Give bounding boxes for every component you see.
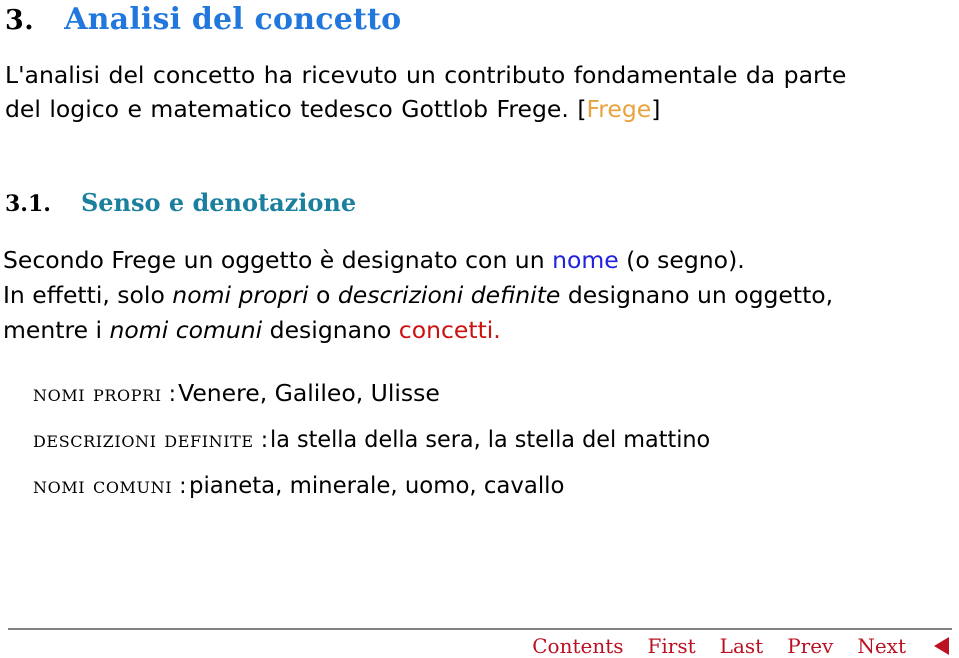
citation-frege[interactable]: [Frege] (577, 95, 660, 123)
body-line-2-part-a: In effetti, solo (3, 281, 173, 309)
body-line-3-part-b: designano (262, 316, 399, 344)
subsection-title: Senso e denotazione (80, 188, 357, 217)
definition-row-descrizioni-definite: DESCRIZIONI DEFINITE:la stella della ser… (33, 425, 953, 458)
nav-link-first[interactable]: First (648, 634, 696, 658)
citation-close-bracket: ] (651, 95, 661, 123)
section-heading: 3. Analisi del concetto (5, 2, 401, 37)
intro-line-1: L'analisi del concetto ha ricevuto un co… (5, 61, 847, 89)
nav-link-next[interactable]: Next (857, 634, 906, 658)
definition-description: pianeta, minerale, uomo, cavallo (188, 471, 564, 499)
body-line-1-part-b: (o segno). (618, 246, 745, 274)
emph-nomi-propri: nomi propri (172, 281, 309, 309)
definition-list: NOMI PROPRI:Venere, Galileo, Ulisse DESC… (33, 379, 953, 517)
body-line-1: Secondo Frege un oggetto è designato con… (3, 243, 955, 278)
definition-separator: : (260, 428, 269, 453)
citation-key: Frege (586, 95, 652, 123)
body-line-3-part-a: mentre i (3, 316, 110, 344)
definition-row-nomi-propri: NOMI PROPRI:Venere, Galileo, Ulisse (33, 379, 953, 412)
body-line-2: In effetti, solo nomi propri o descrizio… (3, 278, 955, 313)
keyword-nome: nome (552, 246, 619, 274)
definition-row-nomi-comuni: NOMI COMUNI:pianeta, minerale, uomo, cav… (33, 471, 953, 504)
definition-term: NOMI COMUNI (33, 473, 173, 499)
emph-descrizioni-definite: descrizioni definite (337, 281, 561, 309)
footer-divider (8, 628, 952, 630)
body-line-2-part-c: designano un oggetto, (560, 281, 834, 309)
navigation-bar: Contents First Last Prev Next (532, 634, 949, 658)
nav-link-contents[interactable]: Contents (532, 634, 623, 658)
intro-line-2-text: del logico e matematico tedesco Gottlob … (5, 95, 569, 123)
body-line-1-part-a: Secondo Frege un oggetto è designato con… (3, 246, 553, 274)
nav-link-last[interactable]: Last (720, 634, 764, 658)
intro-line-2: del logico e matematico tedesco Gottlob … (5, 92, 956, 126)
keyword-concetti: concetti. (398, 316, 501, 344)
body-line-2-part-b: o (308, 281, 338, 309)
section-title: Analisi del concetto (64, 2, 402, 37)
emph-nomi-comuni: nomi comuni (109, 316, 263, 344)
definition-separator: : (179, 474, 187, 499)
body-line-3: mentre i nomi comuni designano concetti. (3, 313, 955, 348)
definition-description: la stella della sera, la stella del matt… (270, 425, 711, 453)
definition-term: NOMI PROPRI (33, 381, 162, 407)
nav-link-prev[interactable]: Prev (787, 634, 833, 658)
intro-paragraph: L'analisi del concetto ha ricevuto un co… (5, 58, 956, 126)
definition-separator: : (168, 382, 177, 407)
body-paragraph: Secondo Frege un oggetto è designato con… (3, 243, 955, 348)
section-number: 3. (5, 5, 35, 36)
definition-term: DESCRIZIONI DEFINITE (33, 427, 254, 453)
slide-canvas: 3. Analisi del concetto L'analisi del co… (0, 0, 959, 658)
subsection-number: 3.1. (5, 191, 51, 217)
left-triangle-icon[interactable] (934, 637, 949, 655)
subsection-heading: 3.1. Senso e denotazione (5, 188, 356, 217)
definition-description: Venere, Galileo, Ulisse (178, 379, 440, 407)
